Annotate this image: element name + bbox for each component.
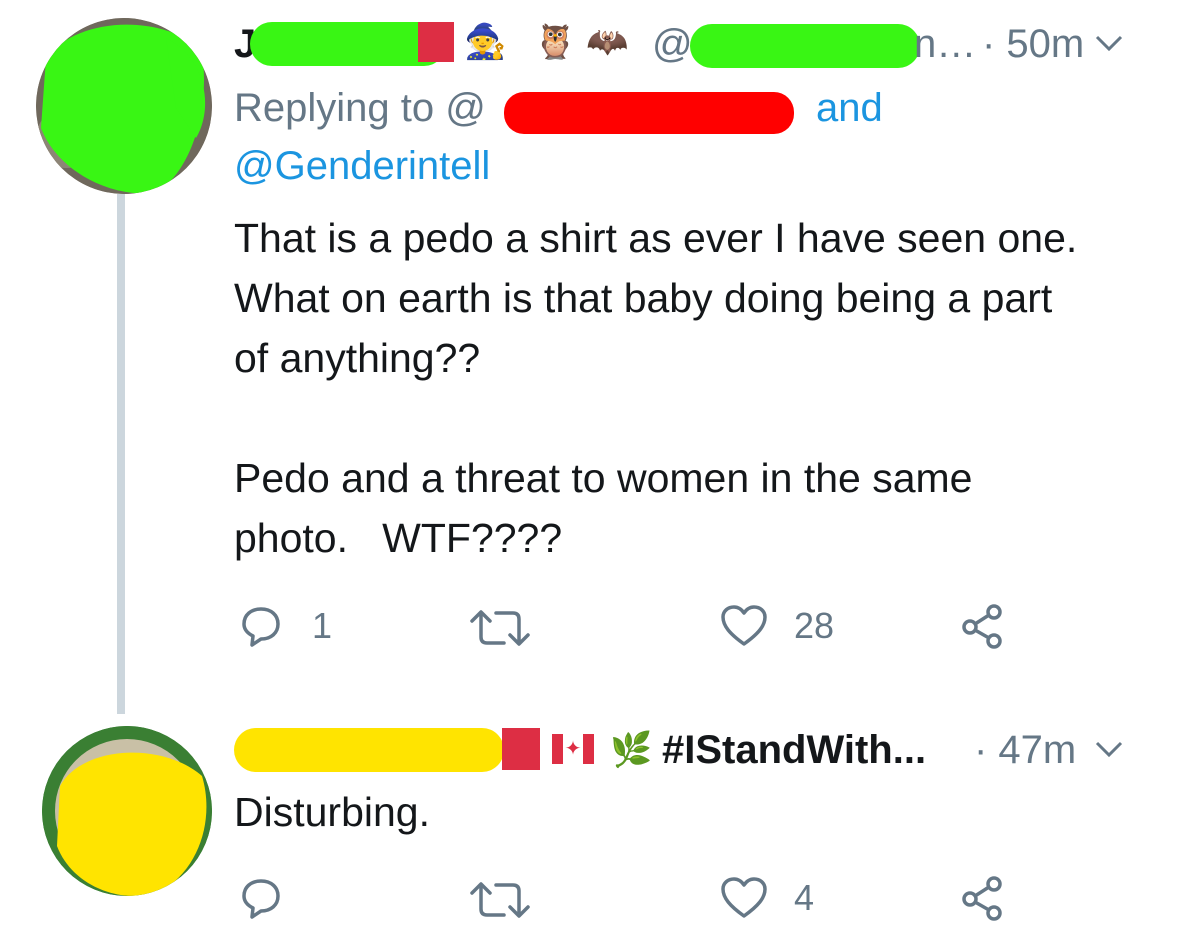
body-line: Pedo and a threat to women in the same [234, 455, 973, 501]
reply-count: 1 [312, 605, 333, 646]
body-line: What on earth is that baby doing being a… [234, 275, 1053, 321]
handle-tail: n… [914, 22, 977, 66]
flag-icon [418, 22, 454, 62]
chevron-down-icon[interactable] [1094, 34, 1124, 54]
avatar[interactable] [42, 726, 212, 896]
herb-emoji: 🌿 [610, 730, 653, 770]
thread-line [117, 194, 125, 714]
redaction-mark [690, 24, 920, 68]
bat-emoji: 🦇 [586, 22, 629, 62]
redaction-mark [234, 728, 504, 772]
flag-icon [502, 728, 540, 770]
reply-button[interactable] [240, 876, 282, 920]
body-line [234, 388, 1174, 448]
like-button[interactable]: 4 [720, 876, 814, 920]
share-icon [962, 604, 1002, 649]
avatar-redaction [42, 726, 212, 896]
like-count: 4 [794, 877, 815, 918]
display-name-hashtag[interactable]: #IStandWith... [662, 726, 926, 774]
reply-mention[interactable]: @Genderintell [234, 142, 490, 190]
avatar[interactable] [36, 18, 212, 194]
heart-icon [721, 605, 767, 646]
owl-emoji: 🦉 [534, 22, 577, 62]
mage-woman-emoji: 🧙 [464, 22, 507, 62]
canada-flag-emoji: ✦ [552, 734, 594, 764]
replying-prefix: Replying to @ [234, 86, 486, 130]
redaction-mark [504, 92, 794, 134]
reply-icon [242, 607, 280, 647]
body-line: That is a pedo a shirt as ever I have se… [234, 215, 1078, 261]
tweet-body: That is a pedo a shirt as ever I have se… [234, 208, 1174, 568]
retweet-icon [470, 610, 530, 646]
body-line: photo. WTF???? [234, 515, 563, 561]
retweet-button[interactable] [468, 606, 532, 650]
reply-and: and [816, 86, 883, 130]
redaction-mark [250, 22, 446, 66]
retweet-icon [470, 882, 530, 918]
replying-to: Replying to @ and @Genderintell [234, 84, 1134, 194]
chevron-down-icon[interactable] [1094, 740, 1124, 760]
like-count: 28 [794, 605, 835, 646]
tweet-body: Disturbing. [234, 789, 430, 835]
like-button[interactable]: 28 [720, 604, 834, 648]
retweet-button[interactable] [468, 878, 532, 922]
share-icon [962, 876, 1002, 921]
timestamp[interactable]: · 50m [982, 20, 1084, 68]
handle[interactable]: @ [652, 20, 693, 68]
share-button[interactable] [960, 604, 1006, 649]
share-button[interactable] [960, 876, 1006, 921]
body-line: of anything?? [234, 335, 481, 381]
timestamp[interactable]: · 47m [974, 726, 1076, 774]
reply-icon [242, 879, 280, 919]
reply-button[interactable]: 1 [240, 604, 332, 648]
avatar-redaction [36, 18, 212, 194]
heart-icon [721, 877, 767, 918]
